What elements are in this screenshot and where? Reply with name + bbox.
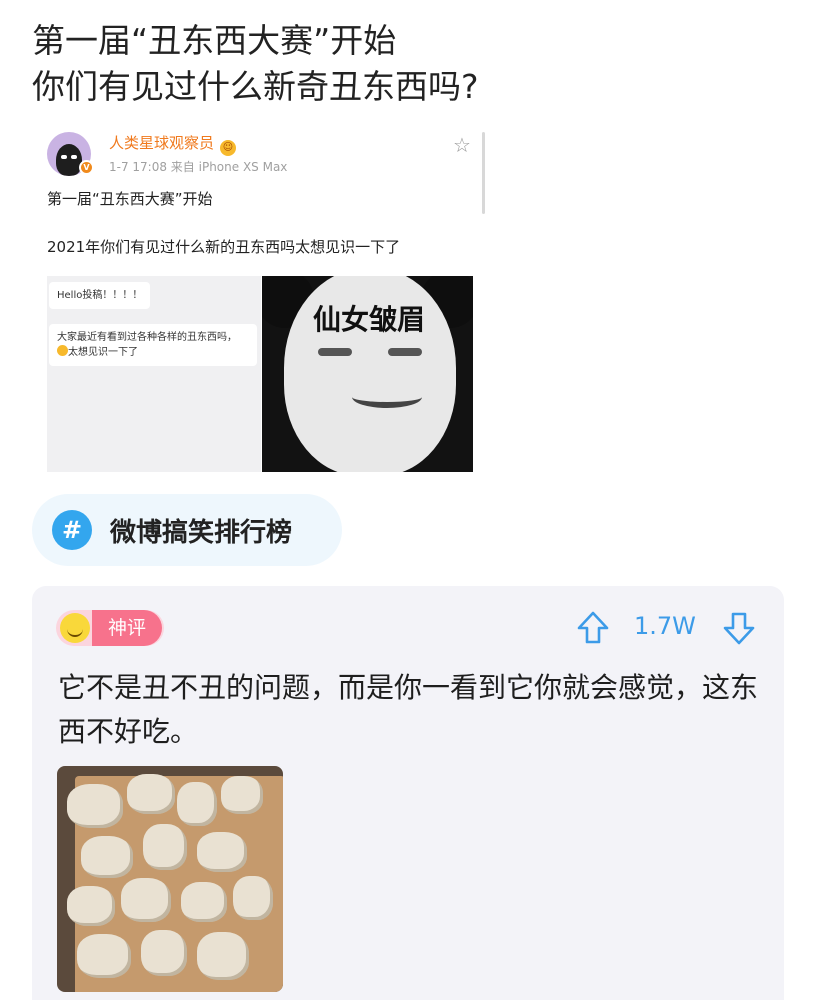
dumpling — [177, 782, 217, 826]
verified-badge-icon: V — [79, 160, 94, 175]
dumpling — [81, 836, 133, 878]
downvote-arrow-icon[interactable] — [722, 610, 756, 646]
scrollbar — [482, 132, 485, 214]
post-title: 第一届“丑东西大赛”开始 你们有见过什么新奇丑东西吗? — [32, 18, 792, 110]
screenshot-text-2: 2021年你们有见过什么新的丑东西吗太想见识一下了 — [47, 238, 401, 256]
username-text: 人类星球观察员 — [109, 134, 215, 152]
panda-brow — [318, 348, 352, 356]
smiley-icon — [60, 613, 90, 643]
hash-icon: # — [52, 510, 92, 550]
dumpling — [77, 934, 131, 978]
dumpling — [127, 774, 175, 814]
dumpling — [143, 824, 187, 870]
comment-card: 神评 1.7W 它不是丑不丑的问题，而是你一看到它你就会感觉，这东西不好吃。 — [32, 586, 784, 1000]
post-title-line1: 第一届“丑东西大赛”开始 — [32, 21, 397, 60]
emoji-icon — [57, 345, 68, 356]
avatar-figure — [56, 144, 82, 176]
star-icon[interactable]: ☆ — [451, 134, 473, 156]
screenshot-text-1: 第一届“丑东西大赛”开始 — [47, 190, 213, 208]
dumpling — [141, 930, 187, 976]
badge-label: 神评 — [92, 610, 162, 646]
dumpling — [121, 878, 171, 922]
chat-bubble-text: 大家最近有看到过各种各样的丑东西吗， — [57, 332, 237, 343]
avatar-eye — [61, 155, 67, 159]
username[interactable]: 人类星球观察员 ☺ — [109, 132, 237, 156]
topic-pill[interactable]: # 微博搞笑排行榜 — [32, 494, 342, 566]
embedded-screenshot[interactable]: V 人类星球观察员 ☺ 1-7 17:08 来自 iPhone XS Max ☆ … — [33, 128, 485, 474]
chat-screenshot-image[interactable]: Hello投稿！！！！ 大家最近有看到过各种各样的丑东西吗， 太想见识一下了 — [47, 276, 261, 472]
dumpling — [233, 876, 273, 920]
comment-text: 它不是丑不丑的问题，而是你一看到它你就会感觉，这东西不好吃。 — [58, 671, 759, 748]
dumpling — [197, 832, 247, 872]
avatar-eye — [71, 155, 77, 159]
chat-bubble: Hello投稿！！！！ — [49, 282, 151, 309]
dumpling — [67, 886, 115, 926]
panda-meme-image[interactable]: 仙女皱眉 — [262, 276, 473, 472]
post-meta: 1-7 17:08 来自 iPhone XS Max — [109, 160, 288, 174]
dumpling — [197, 932, 249, 980]
meme-caption: 仙女皱眉 — [312, 303, 425, 336]
dumpling — [67, 784, 123, 828]
panda-brow — [388, 348, 422, 356]
hot-comment-badge: 神评 — [56, 610, 164, 646]
chat-bubble-text: 太想见识一下了 — [68, 347, 138, 358]
emoji-icon: ☺ — [220, 140, 237, 156]
upvote-arrow-icon[interactable] — [576, 610, 610, 646]
like-count: 1.7W — [634, 612, 696, 640]
panda-mouth — [352, 386, 422, 408]
topic-label: 微博搞笑排行榜 — [110, 518, 293, 548]
post-title-line2: 你们有见过什么新奇丑东西吗? — [32, 67, 479, 106]
dumpling — [181, 882, 227, 922]
dumplings-photo[interactable] — [57, 766, 283, 992]
chat-bubble: 大家最近有看到过各种各样的丑东西吗， 太想见识一下了 — [49, 324, 257, 366]
dumpling — [221, 776, 263, 814]
